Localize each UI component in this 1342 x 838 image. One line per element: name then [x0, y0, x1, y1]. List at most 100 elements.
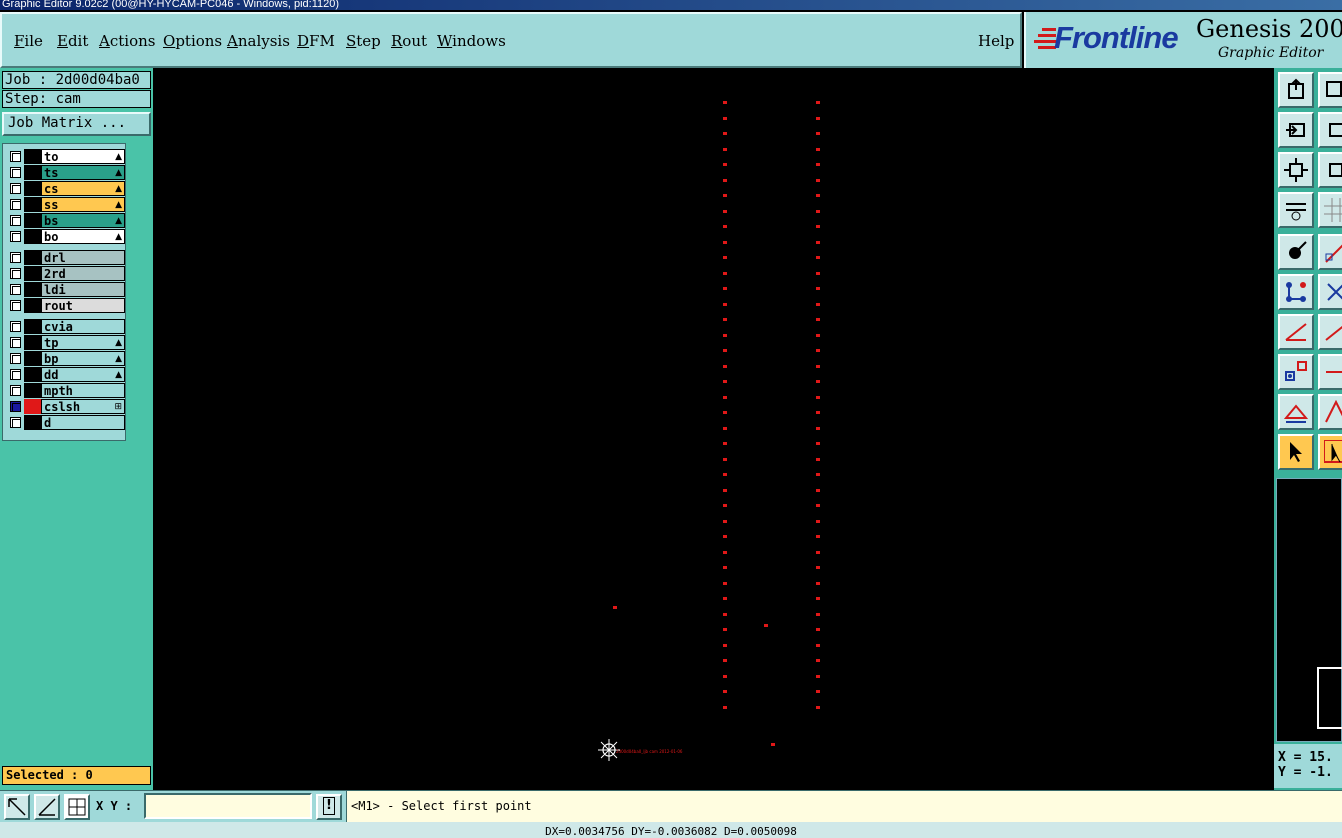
tool-fit-icon[interactable] [1278, 152, 1314, 188]
layer-name[interactable]: bs ▲ [41, 213, 125, 228]
layer-checkbox[interactable] [10, 353, 21, 364]
menu-actions[interactable]: Actions [99, 32, 155, 50]
tool-settings-icon[interactable] [1278, 192, 1314, 228]
tool-pad-icon[interactable] [1278, 234, 1314, 270]
layer-row-2rd[interactable]: 2rd [6, 266, 125, 281]
layer-name[interactable]: d [41, 415, 125, 430]
layer-row-tp[interactable]: tp ▲ [6, 335, 125, 350]
layer-color-swatch[interactable] [24, 298, 41, 313]
layer-checkbox[interactable] [10, 300, 21, 311]
tool-select-icon[interactable] [1278, 434, 1314, 470]
layer-color-swatch[interactable] [24, 181, 41, 196]
job-matrix-button[interactable]: Job Matrix ... [2, 112, 151, 136]
graphic-canvas[interactable]: 2d00d04ba0_ljb cam 2012-01-06 [153, 68, 1274, 790]
layer-row-ldi[interactable]: ldi [6, 282, 125, 297]
layer-color-swatch[interactable] [24, 335, 41, 350]
layer-checkbox[interactable] [10, 183, 21, 194]
layer-checkbox[interactable] [10, 215, 21, 226]
layer-checkbox[interactable] [10, 337, 21, 348]
tool-save-icon[interactable] [1318, 72, 1342, 108]
layer-color-swatch[interactable] [24, 229, 41, 244]
xy-input[interactable] [144, 793, 312, 819]
layer-row-bs[interactable]: bs ▲ [6, 213, 125, 228]
layer-name[interactable]: dd ▲ [41, 367, 125, 382]
tool-snap-icon[interactable] [1278, 354, 1314, 390]
layer-name[interactable]: cs ▲ [41, 181, 125, 196]
menu-file[interactable]: File [14, 32, 43, 50]
layer-checkbox[interactable] [10, 231, 21, 242]
layer-name[interactable]: bo ▲ [41, 229, 125, 244]
tool-measure-icon[interactable] [1278, 314, 1314, 350]
tool-measure2-icon[interactable] [1318, 314, 1342, 350]
layer-name[interactable]: ldi [41, 282, 125, 297]
layer-name[interactable]: 2rd [41, 266, 125, 281]
layer-checkbox[interactable] [10, 199, 21, 210]
layer-color-swatch[interactable] [24, 319, 41, 334]
layer-row-drl[interactable]: drl [6, 250, 125, 265]
layer-color-swatch[interactable] [24, 250, 41, 265]
layer-color-swatch[interactable] [24, 149, 41, 164]
tool-triangle2-icon[interactable] [1318, 394, 1342, 430]
layer-color-swatch[interactable] [24, 197, 41, 212]
layer-name[interactable]: cslsh ⊞ [41, 399, 125, 414]
menu-edit[interactable]: Edit [57, 32, 88, 50]
layer-checkbox[interactable] [10, 252, 21, 263]
layer-color-swatch[interactable] [24, 415, 41, 430]
layer-row-cs[interactable]: cs ▲ [6, 181, 125, 196]
tool-triangle-icon[interactable] [1278, 394, 1314, 430]
menu-dfm[interactable]: DFM [297, 32, 335, 50]
tool-select-box-icon[interactable] [1318, 434, 1342, 470]
layer-color-swatch[interactable] [24, 213, 41, 228]
snap-mode-icon[interactable] [4, 794, 30, 820]
layer-name[interactable]: bp ▲ [41, 351, 125, 366]
layer-color-swatch[interactable] [24, 367, 41, 382]
tool-net-icon[interactable] [1278, 274, 1314, 310]
layer-checkbox[interactable] [10, 385, 21, 396]
layer-name[interactable]: to ▲ [41, 149, 125, 164]
layer-color-swatch[interactable] [24, 266, 41, 281]
layer-row-to[interactable]: to ▲ [6, 149, 125, 164]
alert-icon[interactable]: ! [316, 794, 342, 820]
menu-help[interactable]: Help [978, 32, 1014, 50]
layer-color-swatch[interactable] [24, 351, 41, 366]
layer-row-mpth[interactable]: mpth [6, 383, 125, 398]
tool-grid-icon[interactable] [1318, 192, 1342, 228]
menu-windows[interactable]: Windows [437, 32, 506, 50]
layer-row-ss[interactable]: ss ▲ [6, 197, 125, 212]
angle-mode-icon[interactable] [34, 794, 60, 820]
layer-name[interactable]: rout [41, 298, 125, 313]
layer-color-swatch[interactable] [24, 399, 41, 414]
layer-row-cvia[interactable]: cvia [6, 319, 125, 334]
layer-checkbox[interactable] [10, 167, 21, 178]
layer-name[interactable]: ts ▲ [41, 165, 125, 180]
tool-open-icon[interactable] [1278, 72, 1314, 108]
layer-row-ts[interactable]: ts ▲ [6, 165, 125, 180]
layer-checkbox[interactable] [10, 268, 21, 279]
menu-step[interactable]: Step [346, 32, 381, 50]
overview-minimap[interactable] [1276, 478, 1342, 742]
layer-color-swatch[interactable] [24, 165, 41, 180]
layer-name[interactable]: tp ▲ [41, 335, 125, 350]
layer-row-cslsh[interactable]: cslsh ⊞ [6, 399, 125, 414]
layer-checkbox[interactable] [10, 401, 21, 412]
layer-checkbox[interactable] [10, 417, 21, 428]
tool-line-icon[interactable] [1318, 234, 1342, 270]
layer-checkbox[interactable] [10, 369, 21, 380]
layer-checkbox[interactable] [10, 321, 21, 332]
layer-name[interactable]: ss ▲ [41, 197, 125, 212]
layer-color-swatch[interactable] [24, 383, 41, 398]
layer-row-bo[interactable]: bo ▲ [6, 229, 125, 244]
menu-rout[interactable]: Rout [391, 32, 427, 50]
tool-center-icon[interactable] [1318, 152, 1342, 188]
layer-row-bp[interactable]: bp ▲ [6, 351, 125, 366]
layer-name[interactable]: mpth [41, 383, 125, 398]
grid-snap-icon[interactable] [64, 794, 90, 820]
layer-name[interactable]: cvia [41, 319, 125, 334]
layer-checkbox[interactable] [10, 151, 21, 162]
layer-row-d[interactable]: d [6, 415, 125, 430]
tool-route-icon[interactable] [1318, 354, 1342, 390]
layer-color-swatch[interactable] [24, 282, 41, 297]
tool-zoom-in-icon[interactable] [1278, 112, 1314, 148]
menu-analysis[interactable]: Analysis [227, 32, 290, 50]
layer-row-rout[interactable]: rout [6, 298, 125, 313]
